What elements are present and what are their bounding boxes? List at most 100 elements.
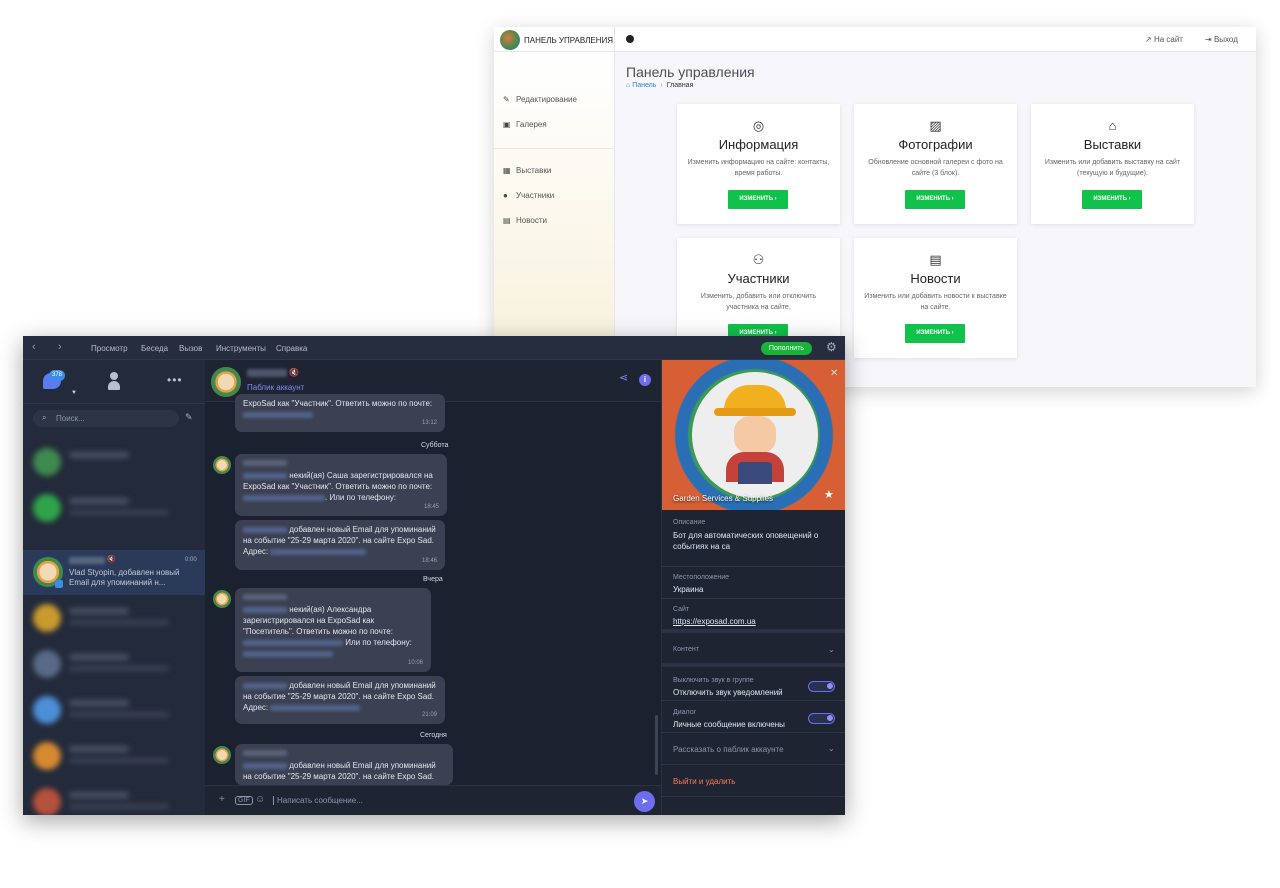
message-time: 13:12 bbox=[421, 420, 437, 426]
screenshot-stage: ПАНЕЛЬ УПРАВЛЕНИЯ ↗ На сайт ⇥ Выход ✎ Ред… bbox=[0, 0, 1280, 888]
plus-icon[interactable]: + bbox=[219, 794, 225, 805]
topup-button[interactable]: Пополнить bbox=[761, 342, 812, 355]
list-item[interactable] bbox=[23, 486, 205, 530]
muted-icon: 🔇 bbox=[107, 556, 116, 563]
dialog-toggle[interactable] bbox=[808, 713, 835, 724]
message-bubble: добавлен новый Email для упоминаний на с… bbox=[235, 744, 453, 785]
leave-delete-button[interactable]: Выйти и удалить bbox=[673, 777, 735, 786]
image-icon: ▨ bbox=[929, 118, 942, 133]
sidebar-divider bbox=[494, 148, 615, 149]
list-item[interactable] bbox=[23, 780, 205, 815]
redacted-email bbox=[243, 411, 313, 418]
chat-name-redacted bbox=[69, 557, 105, 564]
edit-news-button[interactable]: ИЗМЕНИТЬ › bbox=[905, 324, 965, 343]
sender-redacted bbox=[243, 750, 287, 756]
location-value: Украина bbox=[673, 585, 704, 594]
back-arrow-icon[interactable]: ‹ bbox=[32, 341, 36, 353]
list-item[interactable] bbox=[23, 596, 205, 640]
sender-redacted bbox=[243, 594, 287, 600]
search-input[interactable]: ⌕ Поиск... bbox=[33, 410, 179, 427]
send-icon[interactable]: ➤ bbox=[634, 791, 655, 812]
breadcrumb-home-label: Панель bbox=[632, 82, 657, 89]
list-item-active[interactable]: 🔇 0:00 Vlad Styopin, добавлен новый Emai… bbox=[23, 550, 205, 595]
sidebar-item-label: Участники bbox=[516, 191, 555, 200]
conversation-panel: 🔇 Паблик аккаунт ⋖ i ExpoSad как "Участн… bbox=[205, 360, 661, 815]
chat-preview: Vlad Styopin, добавлен новый Email для у… bbox=[69, 568, 180, 587]
card-title: Выставки bbox=[1083, 137, 1142, 152]
mute-toggle[interactable] bbox=[808, 681, 835, 692]
more-icon[interactable]: ••• bbox=[167, 373, 183, 387]
menu-tools[interactable]: Инструменты bbox=[216, 344, 266, 353]
sidebar-item-edit[interactable]: ✎ Редактирование bbox=[503, 95, 577, 104]
sidebar-item-news[interactable]: ▤ Новости bbox=[503, 216, 547, 225]
to-site-link[interactable]: ↗ На сайт bbox=[1145, 35, 1183, 44]
forward-arrow-icon[interactable]: › bbox=[58, 341, 62, 353]
mute-section: Выключить звук в группе Отключить звук у… bbox=[662, 667, 845, 701]
admin-panel-window: ПАНЕЛЬ УПРАВЛЕНИЯ ↗ На сайт ⇥ Выход ✎ Ред… bbox=[494, 27, 1256, 387]
description-label: Описание bbox=[673, 519, 706, 526]
breadcrumb-home[interactable]: ⌂ Панель bbox=[626, 82, 656, 89]
card-description: Изменить или добавить новости к выставке… bbox=[864, 293, 1007, 311]
card-description: Изменить или добавить выставку на сайт (… bbox=[1044, 159, 1181, 177]
redacted-name bbox=[243, 762, 287, 769]
message-bubble: ExpoSad как "Участник". Ответить можно п… bbox=[235, 394, 445, 432]
website-link[interactable]: https://exposad.com.ua bbox=[673, 616, 823, 627]
list-item[interactable] bbox=[23, 688, 205, 732]
list-item[interactable] bbox=[23, 734, 205, 778]
edit-icon: ✎ bbox=[503, 95, 510, 104]
edit-information-button[interactable]: ИЗМЕНИТЬ › bbox=[728, 190, 788, 209]
redacted-name bbox=[243, 682, 287, 689]
sidebar-item-gallery[interactable]: ▣ Галерея bbox=[503, 120, 547, 129]
scrollbar[interactable] bbox=[655, 715, 658, 775]
card-description: Обновление основной галереи с фото на са… bbox=[868, 159, 1003, 177]
gallery-icon: ▣ bbox=[503, 120, 511, 129]
message-bubble: некий(ая) Саша зарегистрировался на Expo… bbox=[235, 454, 447, 516]
list-item[interactable] bbox=[23, 642, 205, 686]
card-news: ▤ Новости Изменить или добавить новости … bbox=[854, 238, 1017, 358]
list-item[interactable] bbox=[23, 440, 205, 484]
info-icon[interactable]: i bbox=[639, 374, 651, 386]
menu-view[interactable]: Просмотр bbox=[91, 344, 128, 353]
sidebar-item-participants[interactable]: ● Участники bbox=[503, 191, 554, 200]
gif-icon[interactable]: GIF bbox=[235, 796, 253, 805]
edit-photos-button[interactable]: ИЗМЕНИТЬ › bbox=[905, 190, 965, 209]
redacted-phone bbox=[243, 650, 333, 657]
sidebar-toggle-icon[interactable] bbox=[626, 35, 634, 43]
menu-call[interactable]: Вызов bbox=[179, 344, 202, 353]
menu-conversation[interactable]: Беседа bbox=[141, 344, 168, 353]
logout-link[interactable]: ⇥ Выход bbox=[1205, 35, 1238, 44]
brand-logo-icon bbox=[500, 30, 520, 50]
store-icon: ⌂ bbox=[1108, 118, 1117, 133]
compose-icon[interactable]: ✎ bbox=[185, 412, 193, 423]
profile-panel: ✕ Garden Services & Supplies ★ Описание … bbox=[661, 360, 845, 815]
redacted-email bbox=[270, 704, 361, 711]
message-text: ExpoSad как "Участник". Ответить можно п… bbox=[243, 399, 433, 408]
sidebar-item-exhibitions[interactable]: ▦ Выставки bbox=[503, 166, 551, 175]
chat-name-redacted bbox=[247, 369, 287, 377]
sticker-icon[interactable]: ☺ bbox=[255, 794, 265, 805]
message-input[interactable]: Написать сообщение... bbox=[273, 796, 363, 805]
contacts-icon[interactable] bbox=[108, 372, 120, 390]
admin-brand[interactable]: ПАНЕЛЬ УПРАВЛЕНИЯ bbox=[494, 27, 615, 52]
share-account-section[interactable]: Рассказать о паблик аккаунте ⌄ bbox=[662, 733, 845, 765]
share-icon[interactable]: ⋖ bbox=[619, 371, 628, 384]
star-icon[interactable]: ★ bbox=[824, 488, 834, 501]
card-title: Информация bbox=[718, 137, 799, 152]
chevron-down-icon[interactable]: ▼ bbox=[71, 390, 77, 396]
gear-icon[interactable]: ⚙ bbox=[826, 340, 837, 354]
card-exhibitions: ⌂ Выставки Изменить или добавить выставк… bbox=[1031, 104, 1194, 224]
avatar[interactable] bbox=[211, 367, 241, 397]
menu-help[interactable]: Справка bbox=[276, 344, 307, 353]
message-time: 10:06 bbox=[407, 660, 423, 666]
newspaper-icon: ▤ bbox=[929, 252, 942, 267]
close-icon[interactable]: ✕ bbox=[830, 368, 838, 379]
dialog-value: Личные сообщение включены bbox=[673, 720, 785, 729]
search-icon: ⌕ bbox=[42, 413, 47, 422]
edit-exhibitions-button[interactable]: ИЗМЕНИТЬ › bbox=[1082, 190, 1142, 209]
card-title: Фотографии bbox=[898, 137, 973, 152]
message-composer: + GIF ☺ Написать сообщение... ➤ bbox=[205, 785, 661, 815]
admin-topbar: ПАНЕЛЬ УПРАВЛЕНИЯ ↗ На сайт ⇥ Выход bbox=[494, 27, 1256, 52]
content-section[interactable]: Контент ⌄ bbox=[662, 633, 845, 667]
message-bubble: добавлен новый Email для упоминаний на с… bbox=[235, 520, 445, 570]
chat-list-tabs: 378 ▼ ••• bbox=[23, 360, 205, 404]
